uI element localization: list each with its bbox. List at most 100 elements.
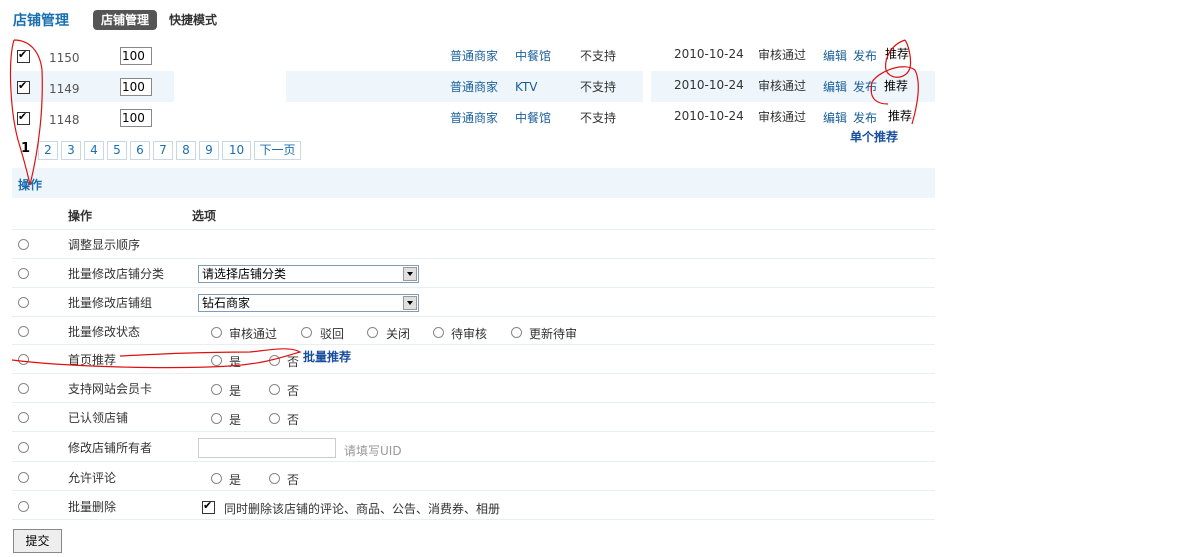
- action-radio-status[interactable]: [18, 326, 29, 337]
- order-input[interactable]: 100: [120, 109, 152, 127]
- operations-header-bar: [12, 168, 935, 198]
- divider: [12, 373, 935, 374]
- status-radio[interactable]: [301, 327, 312, 338]
- delete-related-checkbox[interactable]: [202, 499, 215, 514]
- shop-type-link[interactable]: 普通商家: [450, 78, 498, 95]
- pager-page[interactable]: 7: [153, 141, 173, 160]
- yes-label: 是: [229, 413, 242, 427]
- action-radio-category[interactable]: [18, 268, 29, 279]
- divider: [12, 258, 935, 259]
- recommend-link[interactable]: 推荐: [884, 77, 908, 94]
- status-text: 审核通过: [758, 79, 807, 93]
- category-select-value: 请选择店铺分类: [202, 267, 287, 281]
- divider: [12, 431, 935, 432]
- claimed-yes-radio[interactable]: [211, 413, 222, 424]
- status-radio[interactable]: [211, 327, 222, 338]
- pager-page[interactable]: 6: [130, 141, 150, 160]
- pager-page[interactable]: 2: [38, 141, 58, 160]
- comments-no-radio[interactable]: [269, 473, 280, 484]
- recommend-link[interactable]: 推荐: [888, 107, 912, 124]
- divider: [12, 490, 935, 491]
- status-radio[interactable]: [433, 327, 444, 338]
- support-text: 不支持: [580, 49, 617, 63]
- action-label: 批量修改店铺分类: [68, 267, 165, 281]
- no-label: 否: [287, 355, 300, 369]
- category-select[interactable]: 请选择店铺分类: [198, 265, 419, 283]
- status-option-label: 关闭: [386, 327, 411, 341]
- action-label: 首页推荐: [68, 353, 117, 367]
- shop-type-link[interactable]: 普通商家: [450, 109, 498, 126]
- no-label: 否: [287, 413, 300, 427]
- pager-current: 1: [21, 141, 31, 156]
- divider: [12, 402, 935, 403]
- category-link[interactable]: 中餐馆: [515, 109, 551, 126]
- membercard-no-radio[interactable]: [269, 384, 280, 395]
- edit-link[interactable]: 编辑: [823, 109, 847, 126]
- chevron-down-icon: [403, 296, 417, 310]
- order-input[interactable]: 100: [120, 47, 152, 65]
- row-checkbox[interactable]: [17, 79, 30, 94]
- action-radio-comments[interactable]: [18, 472, 29, 483]
- status-radio[interactable]: [511, 327, 522, 338]
- action-radio-membercard[interactable]: [18, 383, 29, 394]
- action-radio-claimed[interactable]: [18, 412, 29, 423]
- category-link[interactable]: KTV: [515, 80, 537, 94]
- divider: [12, 316, 935, 317]
- action-label: 允许评论: [68, 471, 117, 485]
- recommend-link[interactable]: 推荐: [885, 45, 909, 62]
- edit-link[interactable]: 编辑: [823, 47, 847, 64]
- homepage-no-radio[interactable]: [269, 355, 280, 366]
- action-label: 批量删除: [68, 500, 117, 514]
- action-radio-owner[interactable]: [18, 442, 29, 453]
- pager-page[interactable]: 3: [61, 141, 81, 160]
- pager-page[interactable]: 8: [176, 141, 196, 160]
- order-input[interactable]: 100: [120, 78, 152, 96]
- tab-shop-management[interactable]: 店铺管理: [93, 10, 157, 30]
- row-checkbox[interactable]: [17, 110, 30, 125]
- uid-hint: 请填写UID: [344, 444, 402, 458]
- support-text: 不支持: [580, 80, 617, 94]
- action-radio-group[interactable]: [18, 297, 29, 308]
- action-radio-homepage[interactable]: [18, 354, 29, 365]
- yes-label: 是: [229, 384, 242, 398]
- action-radio-delete[interactable]: [18, 501, 29, 512]
- no-label: 否: [287, 384, 300, 398]
- publish-link[interactable]: 发布: [853, 78, 877, 95]
- pager-page[interactable]: 4: [84, 141, 104, 160]
- action-label: 已认领店铺: [68, 411, 129, 425]
- batch-recommend-note: 批量推荐: [303, 350, 352, 364]
- owner-uid-input[interactable]: [198, 438, 336, 458]
- edit-link[interactable]: 编辑: [823, 78, 847, 95]
- divider: [12, 519, 935, 520]
- action-label: 批量修改店铺组: [68, 296, 153, 310]
- shop-type-link[interactable]: 普通商家: [450, 47, 498, 64]
- status-text: 审核通过: [758, 110, 807, 124]
- action-label: 支持网站会员卡: [68, 382, 153, 396]
- pager-page[interactable]: 10: [222, 141, 251, 160]
- pager-page[interactable]: 5: [107, 141, 127, 160]
- tab-quick-mode[interactable]: 快捷模式: [169, 11, 217, 29]
- submit-button[interactable]: 提交: [13, 529, 62, 553]
- status-radio[interactable]: [367, 327, 378, 338]
- pager-page[interactable]: 9: [199, 141, 219, 160]
- action-label: 调整显示顺序: [68, 238, 141, 252]
- category-link[interactable]: 中餐馆: [515, 47, 551, 64]
- publish-link[interactable]: 发布: [853, 47, 877, 64]
- membercard-yes-radio[interactable]: [211, 384, 222, 395]
- operations-title: 操作: [18, 178, 43, 192]
- status-option-label: 更新待审: [529, 327, 578, 341]
- group-select[interactable]: 钻石商家: [198, 294, 419, 312]
- shop-id: 1149: [49, 82, 80, 96]
- comments-yes-radio[interactable]: [211, 473, 222, 484]
- shop-id: 1148: [49, 113, 80, 127]
- publish-link[interactable]: 发布: [853, 109, 877, 126]
- action-radio-reorder[interactable]: [18, 239, 29, 250]
- claimed-no-radio[interactable]: [269, 413, 280, 424]
- date-text: 2010-10-24: [674, 47, 744, 61]
- yes-label: 是: [229, 355, 242, 369]
- yes-label: 是: [229, 473, 242, 487]
- homepage-yes-radio[interactable]: [211, 355, 222, 366]
- row-checkbox[interactable]: [17, 48, 30, 63]
- pager-next[interactable]: 下一页: [254, 141, 301, 160]
- action-label: 批量修改状态: [68, 325, 141, 339]
